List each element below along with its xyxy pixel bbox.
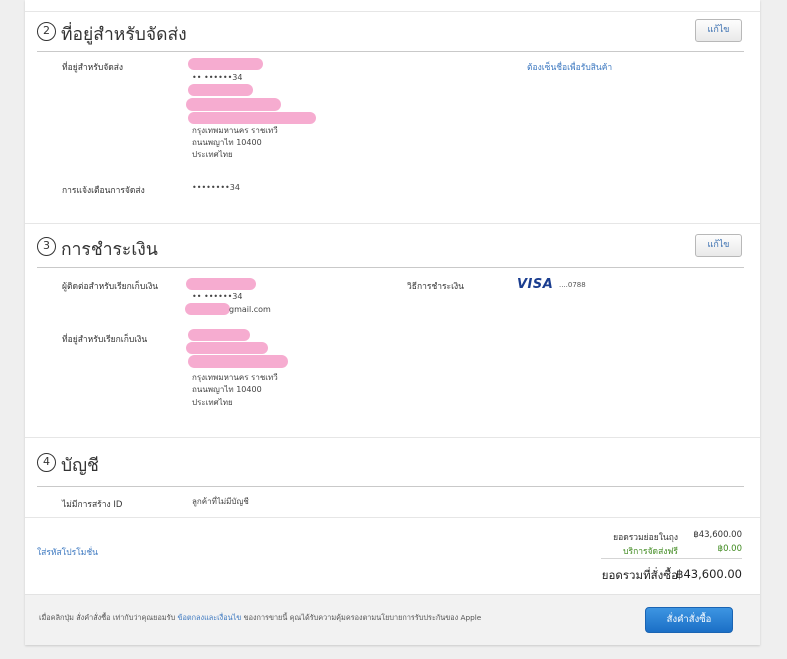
billing-address-line-3: ประเทศไทย — [192, 398, 233, 407]
terms-conditions-link[interactable]: ข้อตกลงและเงื่อนไข — [178, 613, 242, 622]
redacted-billing-address-1 — [188, 329, 250, 341]
step-number-account: 4 — [37, 453, 56, 472]
shipping-rule — [37, 51, 744, 52]
redacted-billing-name — [186, 278, 256, 290]
place-order-button[interactable]: สั่งคำสั่งซื้อ — [645, 607, 733, 633]
free-shipping-label: บริการจัดส่งฟรี — [623, 547, 678, 557]
terms-notice-prefix: เมื่อคลิกปุ่ม สั่งคำสั่งซื้อ เท่ากับว่าค… — [39, 613, 178, 622]
terms-notice: เมื่อคลิกปุ่ม สั่งคำสั่งซื้อ เท่ากับว่าค… — [39, 613, 481, 624]
redacted-email-local — [185, 303, 230, 315]
payment-bottom-divider — [25, 437, 760, 438]
billing-address-line-1: กรุงเทพมหานคร ราชเทวี — [192, 373, 278, 382]
billing-contact-label: ผู้ติดต่อสำหรับเรียกเก็บเงิน — [62, 282, 159, 292]
shipping-notification-label: การแจ้งเตือนการจัดส่ง — [62, 186, 145, 196]
redacted-billing-address-2 — [186, 342, 268, 354]
terms-notice-suffix: ของการขายนี้ คุณได้รับความคุ้มครองตามนโย… — [241, 613, 482, 622]
card-number-masked: ....0788 — [559, 281, 586, 289]
signature-required-link[interactable]: ต้องเซ็นชื่อเพื่อรับสินค้า — [527, 60, 612, 74]
payment-method-label: วิธีการชำระเงิน — [407, 282, 464, 292]
shipping-notification-value: ••••••••34 — [192, 183, 240, 192]
subtotal-value: ฿43,600.00 — [693, 530, 742, 540]
no-id-created-label: ไม่มีการสร้าง ID — [62, 500, 123, 510]
edit-payment-button[interactable]: แก้ไข — [695, 234, 742, 257]
billing-phone: •• ••••••34 — [192, 292, 243, 301]
payment-rule — [37, 267, 744, 268]
order-total-value: ฿43,600.00 — [676, 567, 742, 581]
edit-shipping-button[interactable]: แก้ไข — [695, 19, 742, 42]
redacted-address-1 — [188, 84, 253, 96]
order-total-label: ยอดรวมที่สั่งซื้อ — [601, 568, 678, 582]
visa-card-logo: VISA — [517, 277, 554, 292]
billing-email-suffix: gmail.com — [229, 305, 271, 314]
shipping-bottom-divider — [25, 223, 760, 224]
payment-section-title: การชำระเงิน — [61, 240, 158, 260]
account-section-title: บัญชี — [61, 456, 99, 476]
shipping-phone: •• ••••••34 — [192, 73, 243, 82]
summary-rule — [601, 558, 742, 559]
subtotal-label: ยอดรวมย่อยในถุง — [613, 533, 678, 543]
account-rule — [37, 486, 744, 487]
billing-address-label: ที่อยู่สำหรับเรียกเก็บเงิน — [62, 335, 148, 345]
shipping-cost-value: ฿0.00 — [717, 544, 742, 554]
shipping-address-line-3: ประเทศไทย — [192, 150, 233, 159]
checkout-review-card: 2 ที่อยู่สำหรับจัดส่ง แก้ไข ที่อยู่สำหรั… — [25, 0, 760, 645]
account-bottom-divider — [25, 517, 760, 518]
shipping-section-title: ที่อยู่สำหรับจัดส่ง — [61, 25, 187, 45]
promo-code-link[interactable]: ใส่รหัสโปรโมชั่น — [37, 545, 98, 559]
guest-account-value: ลูกค้าที่ไม่มีบัญชี — [192, 497, 249, 506]
billing-address-line-2: ถนนพญาไท 10400 — [192, 385, 262, 394]
redacted-address-3 — [188, 112, 316, 124]
shipping-address-line-1: กรุงเทพมหานคร ราชเทวี — [192, 126, 278, 135]
step-number-payment: 3 — [37, 237, 56, 256]
redacted-billing-address-3 — [188, 355, 288, 368]
top-divider — [25, 11, 760, 12]
shipping-address-label: ที่อยู่สำหรับจัดส่ง — [62, 63, 124, 73]
step-number-shipping: 2 — [37, 22, 56, 41]
redacted-address-2 — [186, 98, 281, 111]
checkout-footer: เมื่อคลิกปุ่ม สั่งคำสั่งซื้อ เท่ากับว่าค… — [25, 594, 760, 645]
shipping-address-line-2: ถนนพญาไท 10400 — [192, 138, 262, 147]
redacted-name — [188, 58, 263, 70]
